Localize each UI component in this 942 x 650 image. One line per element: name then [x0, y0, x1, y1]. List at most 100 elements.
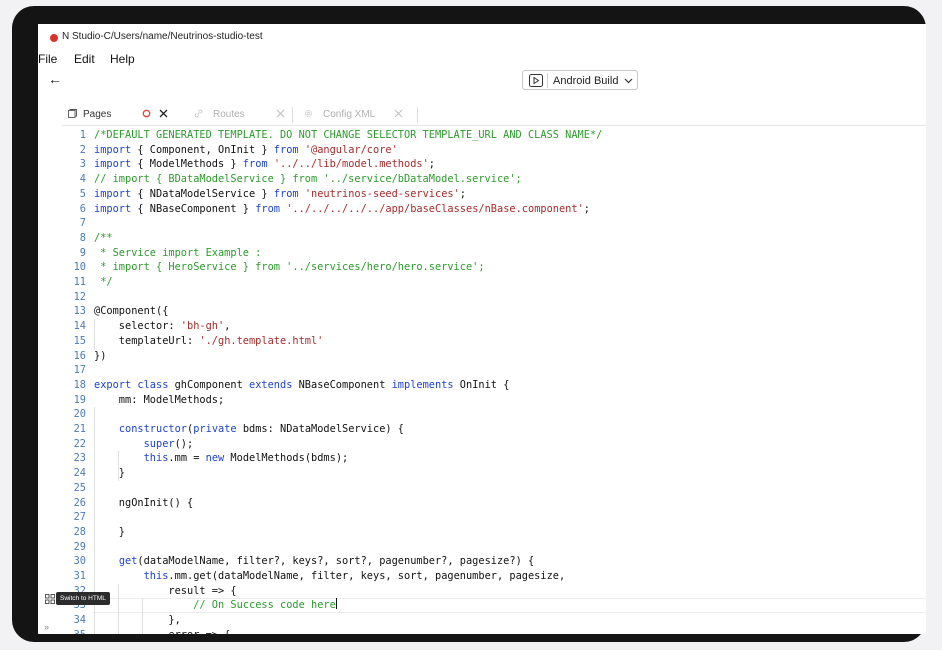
- code-token: implements: [391, 378, 454, 391]
- line-number: 20: [73, 408, 86, 421]
- code-token: { NBaseComponent }: [131, 202, 256, 215]
- code-line[interactable]: 12: [62, 290, 926, 305]
- line-number: 24: [73, 467, 86, 480]
- line-code: import { NDataModelService } from 'neutr…: [94, 187, 466, 202]
- code-token: '@angular/core': [304, 143, 398, 156]
- close-icon[interactable]: [276, 109, 285, 118]
- code-line[interactable]: 35 error => {: [62, 628, 926, 634]
- line-number: 34: [73, 614, 86, 627]
- code-line[interactable]: 33 // On Success code here: [62, 598, 926, 613]
- code-token: from: [242, 158, 268, 171]
- expand-panel-icon[interactable]: »: [44, 622, 49, 632]
- line-number: 19: [73, 393, 86, 406]
- code-line[interactable]: 28 }: [62, 525, 926, 540]
- line-code: mm: ModelMethods;: [94, 393, 224, 408]
- code-line[interactable]: 2 import { Component, OnInit } from '@ang…: [62, 143, 926, 158]
- code-line[interactable]: 29: [62, 540, 926, 555]
- code-line[interactable]: 24 }: [62, 466, 926, 481]
- code-line[interactable]: 9 * Service import Example :: [62, 246, 926, 261]
- tab-pages[interactable]: Pages: [68, 102, 184, 126]
- tab-config-xml[interactable]: Config XML: [304, 102, 424, 126]
- code-token: this: [143, 570, 169, 582]
- code-token: // On Success code here: [193, 599, 336, 612]
- close-icon[interactable]: [394, 109, 403, 118]
- grid-icon[interactable]: [45, 594, 55, 604]
- code-line[interactable]: 22 super();: [62, 437, 926, 452]
- tab-divider: [417, 107, 418, 123]
- code-line[interactable]: 6 import { NBaseComponent } from '../../.…: [62, 202, 926, 217]
- code-token: selector:: [94, 320, 181, 333]
- line-code: * import { HeroService } from '../servic…: [94, 260, 485, 275]
- chevron-down-icon: [624, 78, 633, 84]
- code-line[interactable]: 21 constructor(private bdms: NDataModelS…: [62, 422, 926, 437]
- line-number: 14: [73, 320, 86, 333]
- menu-help[interactable]: Help: [110, 52, 135, 66]
- line-number: 8: [79, 231, 86, 244]
- code-line[interactable]: 30 get(dataModelName, filter?, keys?, so…: [62, 554, 926, 569]
- code-line[interactable]: 17: [62, 363, 926, 378]
- line-code: */: [94, 275, 112, 290]
- tooltip: Switch to HTML: [56, 592, 110, 605]
- line-number: 26: [73, 496, 86, 509]
- code-line[interactable]: 5 import { NDataModelService } from 'neut…: [62, 187, 926, 202]
- code-line[interactable]: 7: [62, 216, 926, 231]
- code-line[interactable]: 25: [62, 481, 926, 496]
- code-token: '../../lib/model.methods': [273, 158, 429, 171]
- build-target-select[interactable]: Android Build: [522, 70, 638, 90]
- code-line[interactable]: 16}): [62, 349, 926, 364]
- menu-edit[interactable]: Edit: [74, 52, 95, 66]
- code-line[interactable]: 20: [62, 407, 926, 422]
- code-line[interactable]: 13 @Component({: [62, 304, 926, 319]
- line-code: export class ghComponent extends NBaseCo…: [94, 378, 509, 393]
- play-icon[interactable]: [529, 74, 543, 87]
- code-token: * import { HeroService } from '../servic…: [94, 261, 485, 274]
- code-line[interactable]: 3 import { ModelMethods } from '../../lib…: [62, 157, 926, 172]
- code-line[interactable]: 34 },: [62, 613, 926, 628]
- code-token: @Component({: [94, 305, 169, 318]
- code-line[interactable]: 10 * import { HeroService } from '../ser…: [62, 260, 926, 275]
- code-editor[interactable]: 1 /*DEFAULT GENERATED TEMPLATE. DO NOT CH…: [62, 128, 926, 634]
- code-line[interactable]: 27: [62, 510, 926, 525]
- code-line[interactable]: 18 export class ghComponent extends NBase…: [62, 378, 926, 393]
- code-line[interactable]: 14 selector: 'bh-gh',: [62, 319, 926, 334]
- line-number: 13: [73, 305, 86, 318]
- code-line[interactable]: 32 result => {: [62, 584, 926, 599]
- line-code: constructor(private bdms: NDataModelServ…: [94, 422, 404, 437]
- line-number: 27: [73, 511, 86, 524]
- line-number: 29: [73, 540, 86, 553]
- line-number: 6: [79, 202, 86, 215]
- line-number: 12: [73, 290, 86, 303]
- code-token: 'bh-gh': [180, 320, 225, 333]
- line-code: ngOnInit() {: [94, 496, 193, 511]
- close-icon[interactable]: [159, 109, 168, 118]
- code-line[interactable]: 26 ngOnInit() {: [62, 496, 926, 511]
- tab-routes[interactable]: Routes: [194, 102, 294, 126]
- code-token: /*DEFAULT GENERATED TEMPLATE. DO NOT CHA…: [94, 129, 603, 141]
- code-token: super: [143, 437, 175, 450]
- line-number: 22: [73, 437, 86, 450]
- code-token: '../../../../../app/baseClasses/nBase.co…: [286, 202, 584, 215]
- code-line[interactable]: 19 mm: ModelMethods;: [62, 393, 926, 408]
- code-line[interactable]: 11 */: [62, 275, 926, 290]
- left-activity-bar: »: [38, 24, 62, 634]
- code-line[interactable]: 1 /*DEFAULT GENERATED TEMPLATE. DO NOT CH…: [62, 128, 926, 143]
- code-token: 'neutrinos-seed-services': [304, 187, 460, 200]
- code-token: .mm.get(dataModelName, filter, keys, sor…: [168, 570, 566, 582]
- code-line[interactable]: 31 this.mm.get(dataModelName, filter, ke…: [62, 569, 926, 584]
- code-token: './gh.template.html': [199, 334, 324, 347]
- code-token: ();: [174, 437, 194, 450]
- code-token: ,: [224, 320, 231, 333]
- code-line[interactable]: 4 // import { BDataModelService } from '.…: [62, 172, 926, 187]
- line-code: }): [94, 349, 106, 364]
- code-line[interactable]: 8 /**: [62, 231, 926, 246]
- code-token: extends: [249, 378, 293, 391]
- code-line[interactable]: 15 templateUrl: './gh.template.html': [62, 334, 926, 349]
- code-token: import: [94, 158, 132, 171]
- code-line[interactable]: 23 this.mm = new ModelMethods(bdms);: [62, 451, 926, 466]
- line-number: 16: [73, 349, 86, 362]
- code-token: NBaseComponent: [292, 378, 392, 391]
- code-token: { ModelMethods }: [131, 158, 243, 171]
- line-code: selector: 'bh-gh',: [94, 319, 231, 334]
